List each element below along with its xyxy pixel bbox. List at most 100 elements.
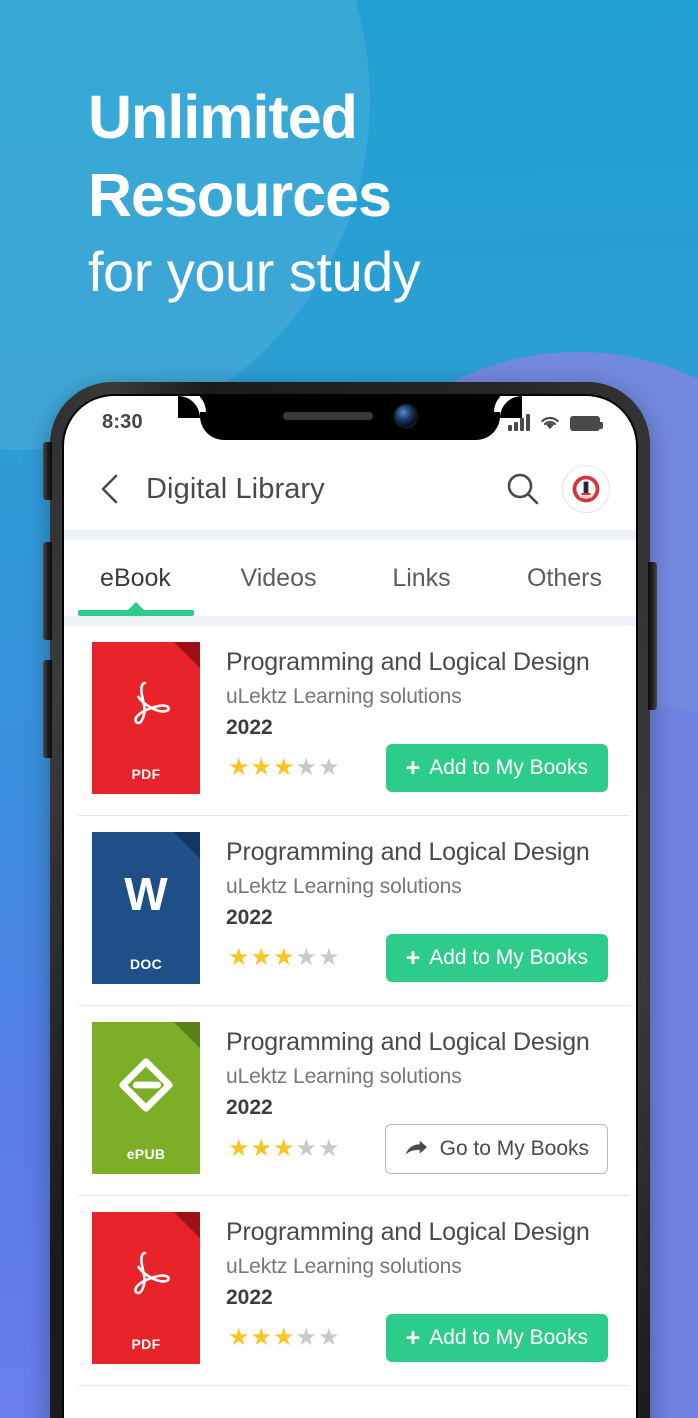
file-format-label: PDF bbox=[131, 1336, 161, 1352]
phone-power-button[interactable] bbox=[648, 562, 657, 710]
action-label: Add to My Books bbox=[429, 1326, 588, 1349]
phone-volume-down-button[interactable] bbox=[43, 660, 52, 758]
appbar-divider bbox=[64, 530, 636, 540]
back-chevron-icon bbox=[101, 474, 118, 504]
promo-headline: Unlimited Resources for your study bbox=[88, 78, 421, 310]
headline-line-1: Unlimited bbox=[88, 83, 358, 151]
plus-icon: + bbox=[405, 944, 421, 972]
rating-star: ★ bbox=[228, 944, 250, 971]
row-separator bbox=[78, 1385, 630, 1386]
resource-info: Programming and Logical Design uLektz Lea… bbox=[200, 642, 608, 816]
institution-seal-logo[interactable] bbox=[562, 465, 610, 513]
resource-action: + Add to My Books bbox=[385, 1314, 608, 1362]
file-format-label: PDF bbox=[131, 766, 161, 782]
search-button[interactable] bbox=[500, 466, 546, 512]
front-camera-icon bbox=[395, 405, 417, 427]
file-format-glyph bbox=[92, 642, 200, 768]
rating-star: ★ bbox=[228, 1135, 250, 1162]
resource-year: 2022 bbox=[226, 716, 273, 739]
rating-star: ★ bbox=[318, 754, 340, 781]
rating-star: ★ bbox=[250, 944, 273, 971]
file-format-glyph: W bbox=[92, 832, 200, 958]
tabs-divider bbox=[64, 616, 636, 626]
rating-stars[interactable]: ★ ★ ★ ★ ★ bbox=[228, 1137, 340, 1161]
rating-stars[interactable]: ★ ★ ★ ★ ★ bbox=[228, 946, 340, 970]
resource-title: Programming and Logical Design bbox=[226, 648, 590, 676]
tab-label: Videos bbox=[240, 563, 317, 592]
tab-label: eBook bbox=[100, 563, 171, 592]
add-to-my-books-button[interactable]: + Add to My Books bbox=[385, 744, 608, 792]
tab-links[interactable]: Links bbox=[350, 540, 493, 616]
back-button[interactable] bbox=[88, 467, 132, 511]
resource-list[interactable]: PDF Programming and Logical Design uLektz … bbox=[64, 626, 636, 1418]
search-icon bbox=[507, 473, 539, 505]
app-bar: Digital Library bbox=[64, 448, 636, 530]
plus-icon: + bbox=[405, 1324, 421, 1352]
status-bar-clock: 8:30 bbox=[102, 410, 143, 433]
resource-info: Programming and Logical Design uLektz Lea… bbox=[200, 1212, 608, 1386]
tab-others[interactable]: Others bbox=[493, 540, 636, 616]
rating-stars[interactable]: ★ ★ ★ ★ ★ bbox=[228, 756, 340, 780]
rating-stars[interactable]: ★ ★ ★ ★ ★ bbox=[228, 1326, 340, 1350]
resource-action: Go to My Books bbox=[384, 1124, 608, 1174]
rating-star: ★ bbox=[318, 944, 340, 971]
institution-seal-icon bbox=[571, 474, 601, 504]
tab-ebook[interactable]: eBook bbox=[64, 540, 207, 616]
resource-action: + Add to My Books bbox=[385, 934, 608, 982]
tab-videos[interactable]: Videos bbox=[207, 540, 350, 616]
resource-year: 2022 bbox=[226, 1096, 273, 1119]
rating-star: ★ bbox=[295, 944, 318, 971]
action-label: Go to My Books bbox=[439, 1137, 589, 1160]
epub-file-icon: ePUB bbox=[92, 1022, 200, 1174]
earpiece-speaker-icon bbox=[283, 412, 373, 420]
file-format-glyph bbox=[92, 1212, 200, 1338]
phone-silent-switch[interactable] bbox=[43, 442, 52, 500]
phone-volume-up-button[interactable] bbox=[43, 542, 52, 640]
rating-star: ★ bbox=[250, 1324, 273, 1351]
resource-row[interactable]: ePUB Programming and Logical Design uLektz… bbox=[64, 1006, 636, 1196]
phone-mockup: 8:30 Digital Library eBook Videos Links … bbox=[43, 382, 657, 1418]
resource-actions-row: ★ ★ ★ ★ ★ Go to My Books bbox=[226, 1124, 608, 1174]
rating-star: ★ bbox=[273, 1135, 295, 1162]
resource-author: uLektz Learning solutions bbox=[226, 685, 462, 708]
resource-action: + Add to My Books bbox=[385, 744, 608, 792]
pdf-file-icon: PDF bbox=[92, 642, 200, 794]
resource-row[interactable]: W DOC Programming and Logical Design uLektz… bbox=[64, 816, 636, 1006]
rating-star: ★ bbox=[318, 1324, 340, 1351]
resource-row[interactable]: PDF Programming and Logical Design uLektz … bbox=[64, 626, 636, 816]
resource-actions-row: ★ ★ ★ ★ ★ + Add to My Books bbox=[226, 1314, 608, 1362]
rating-star: ★ bbox=[273, 944, 295, 971]
battery-icon bbox=[570, 415, 603, 431]
tab-label: Links bbox=[392, 563, 451, 592]
wifi-icon bbox=[541, 416, 559, 429]
rating-star: ★ bbox=[295, 1324, 318, 1351]
file-format-label: ePUB bbox=[126, 1146, 166, 1162]
page-title: Digital Library bbox=[146, 472, 325, 505]
headline-line-3: for your study bbox=[88, 240, 421, 303]
add-to-my-books-button[interactable]: + Add to My Books bbox=[385, 934, 608, 982]
category-tabs: eBook Videos Links Others bbox=[64, 540, 636, 616]
headline-line-2: Resources bbox=[88, 161, 392, 229]
plus-icon: + bbox=[405, 754, 421, 782]
phone-bezel: 8:30 Digital Library eBook Videos Links … bbox=[62, 394, 638, 1418]
phone-notch bbox=[178, 396, 522, 440]
resource-author: uLektz Learning solutions bbox=[226, 875, 462, 898]
resource-info: Programming and Logical Design uLektz Lea… bbox=[200, 1022, 608, 1196]
rating-star: ★ bbox=[250, 1135, 273, 1162]
resource-title: Programming and Logical Design bbox=[226, 1028, 590, 1056]
action-label: Add to My Books bbox=[429, 756, 588, 779]
resource-row[interactable]: PDF Programming and Logical Design uLektz … bbox=[64, 1196, 636, 1386]
add-to-my-books-button[interactable]: + Add to My Books bbox=[385, 1314, 608, 1362]
rating-star: ★ bbox=[273, 1324, 295, 1351]
active-tab-indicator bbox=[77, 610, 194, 616]
resource-title: Programming and Logical Design bbox=[226, 838, 590, 866]
tab-label: Others bbox=[526, 563, 603, 592]
resource-author: uLektz Learning solutions bbox=[226, 1065, 462, 1088]
rating-star: ★ bbox=[273, 754, 295, 781]
go-to-my-books-button[interactable]: Go to My Books bbox=[384, 1124, 608, 1174]
resource-actions-row: ★ ★ ★ ★ ★ + Add to My Books bbox=[226, 934, 608, 982]
rating-star: ★ bbox=[228, 754, 250, 781]
rating-star: ★ bbox=[228, 1324, 250, 1351]
word-file-icon: W DOC bbox=[92, 832, 200, 984]
rating-star: ★ bbox=[295, 754, 318, 781]
